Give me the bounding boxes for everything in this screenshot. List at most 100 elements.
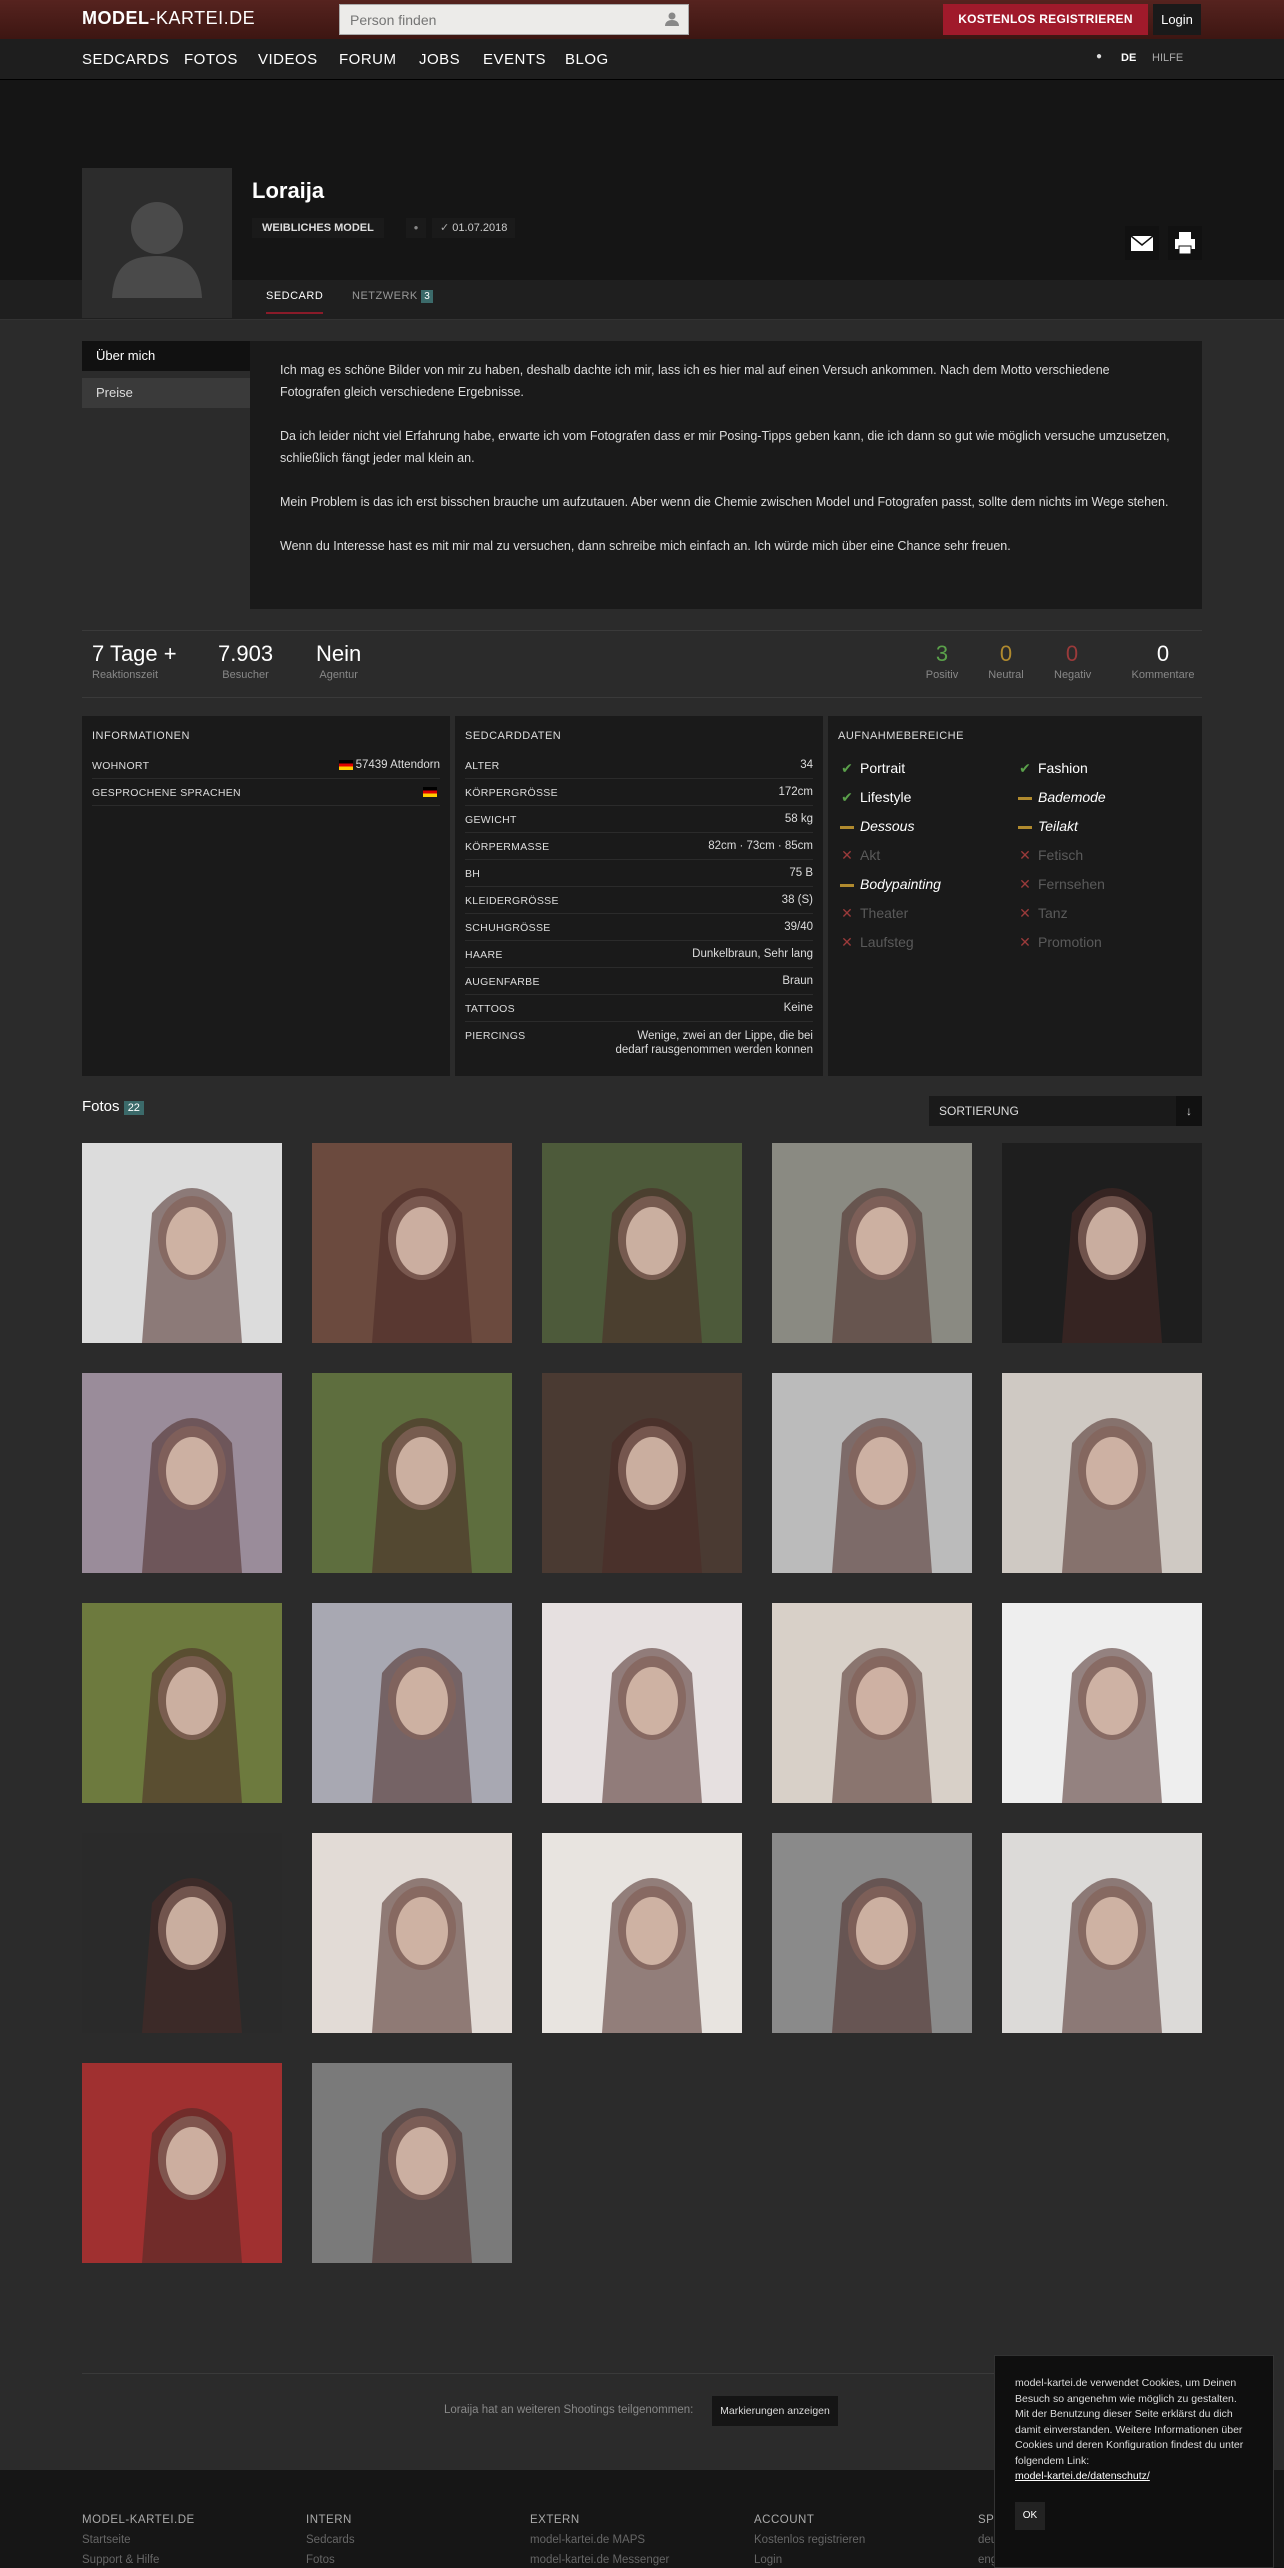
area-item: ✕ Fernsehen (1018, 876, 1105, 893)
search-input[interactable] (340, 5, 640, 34)
photo-thumbnail[interactable] (1002, 1143, 1202, 1343)
portrait-photo-image (542, 1373, 742, 1573)
tab-sedcard[interactable]: SEDCARD (266, 290, 324, 314)
shootings-text: Loraija hat an weiteren Shootings teilge… (444, 2404, 694, 2416)
photo-thumbnail[interactable] (312, 1143, 512, 1343)
network-count-badge: 3 (421, 290, 434, 303)
dash-icon (840, 825, 854, 829)
cross-icon: ✕ (1019, 876, 1031, 892)
footer-link[interactable]: Startseite (82, 2534, 195, 2546)
nav-item-videos[interactable]: VIDEOS (258, 51, 318, 68)
photo-thumbnail[interactable] (542, 1143, 742, 1343)
footer-link[interactable]: Support & Hilfe (82, 2554, 195, 2566)
photos-count-badge: 22 (123, 1101, 144, 1115)
show-markings-button[interactable]: Markierungen anzeigen (712, 2396, 838, 2426)
footer-link[interactable]: model-kartei.de MAPS (530, 2534, 669, 2546)
envelope-icon (1130, 235, 1154, 251)
footer-link[interactable]: model-kartei.de Messenger (530, 2554, 669, 2566)
area-label: Fetisch (1038, 847, 1084, 863)
sort-select[interactable]: SORTIERUNG ↓ (929, 1096, 1202, 1126)
nav-item-jobs[interactable]: JOBS (419, 51, 460, 68)
portrait-photo-image (312, 1603, 512, 1803)
stat-agency: Nein Agentur (316, 641, 362, 681)
area-label: Fashion (1038, 760, 1088, 776)
area-item: Teilakt (1018, 818, 1078, 834)
area-item: ✕ Promotion (1018, 934, 1102, 951)
stats-bar: 7 Tage + Reaktionszeit 7.903 Besucher Nein… (82, 630, 1202, 698)
cookie-ok-button[interactable]: OK (1015, 2502, 1045, 2530)
photo-thumbnail[interactable] (1002, 1603, 1202, 1803)
photo-thumbnail[interactable] (82, 1833, 282, 2033)
photo-thumbnail[interactable] (542, 1373, 742, 1573)
cookie-banner: model-kartei.de verwendet Cookies, um De… (994, 2355, 1274, 2568)
portrait-photo-image (1002, 1143, 1202, 1343)
cross-icon: ✕ (1019, 847, 1031, 863)
photo-thumbnail[interactable] (542, 1833, 742, 2033)
stat-negative[interactable]: 0 Negativ (1054, 641, 1091, 681)
message-button[interactable] (1125, 226, 1159, 260)
photo-thumbnail[interactable] (82, 2063, 282, 2263)
footer-link[interactable]: Login (754, 2554, 865, 2566)
info-row: GESPROCHENE SPRACHEN (92, 779, 440, 806)
area-label: Bodypainting (860, 876, 941, 892)
print-button[interactable] (1168, 226, 1202, 260)
nav-item-forum[interactable]: FORUM (339, 51, 397, 68)
photo-thumbnail[interactable] (772, 1373, 972, 1573)
photo-thumbnail[interactable] (772, 1833, 972, 2033)
photo-thumbnail[interactable] (542, 1603, 742, 1803)
photo-thumbnail[interactable] (312, 1833, 512, 2033)
stat-positive[interactable]: 3 Positiv (924, 641, 960, 681)
sedcard-row: HAARE Dunkelbraun, Sehr lang (465, 941, 813, 968)
check-icon: ✓ (440, 222, 453, 234)
footer-link[interactable]: Fotos (306, 2554, 355, 2566)
footer-link[interactable]: Kostenlos registrieren (754, 2534, 865, 2546)
nav-item-events[interactable]: EVENTS (483, 51, 546, 68)
photo-thumbnail[interactable] (1002, 1833, 1202, 2033)
tab-network[interactable]: NETZWERK 3 (352, 290, 434, 303)
sedcard-card: SEDCARDDATEN ALTER 34 KÖRPERGRÖSSE 172cm G… (455, 716, 823, 1076)
nav-item-fotos[interactable]: FOTOS (184, 51, 238, 68)
printer-icon (1175, 232, 1195, 255)
sedcard-row: SCHUHGRÖSSE 39/40 (465, 914, 813, 941)
stat-comments[interactable]: 0 Kommentare (1128, 641, 1198, 681)
portrait-photo-image (82, 2063, 282, 2263)
photo-thumbnail[interactable] (772, 1603, 972, 1803)
portrait-photo-image (542, 1603, 742, 1803)
photo-thumbnail[interactable] (82, 1603, 282, 1803)
areas-card: AUFNAHMEBEREICHE ✔ Portrait ✔ Fashion ✔ Lifes… (828, 716, 1202, 1076)
photo-thumbnail[interactable] (312, 2063, 512, 2263)
register-button[interactable]: KOSTENLOS REGISTRIEREN (943, 4, 1148, 35)
sedcard-row: PIERCINGS Wenige, zwei an der Lippe, die … (465, 1030, 813, 1056)
photo-thumbnail[interactable] (82, 1143, 282, 1343)
login-button[interactable]: Login (1153, 4, 1201, 35)
portrait-photo-image (1002, 1833, 1202, 2033)
nav-item-sedcards[interactable]: SEDCARDS (82, 51, 169, 68)
search-box (339, 4, 689, 35)
portrait-photo-image (312, 1833, 512, 2033)
footer-link[interactable]: Sedcards (306, 2534, 355, 2546)
site-logo[interactable]: MODEL-KARTEI.DE (82, 8, 255, 29)
cookie-text: model-kartei.de verwendet Cookies, um De… (1015, 2377, 1244, 2467)
sidebar-item-about[interactable]: Über mich (82, 341, 250, 371)
privacy-link[interactable]: model-kartei.de/datenschutz/ (1015, 2470, 1150, 2482)
photo-thumbnail[interactable] (312, 1603, 512, 1803)
sedcard-title: SEDCARDDATEN (465, 730, 562, 742)
language-switch[interactable]: DE (1121, 52, 1136, 64)
status-dot-icon: ● (1096, 51, 1103, 62)
nav-item-blog[interactable]: BLOG (565, 51, 609, 68)
photo-thumbnail[interactable] (312, 1373, 512, 1573)
photo-thumbnail[interactable] (1002, 1373, 1202, 1573)
sidebar-item-prices[interactable]: Preise (82, 378, 250, 408)
area-item: Dessous (840, 818, 914, 834)
help-link[interactable]: HILFE (1152, 52, 1183, 64)
cross-icon: ✕ (841, 847, 853, 863)
member-since-badge: ✓ 01.07.2018 (432, 218, 516, 238)
photo-thumbnail[interactable] (82, 1373, 282, 1573)
photo-thumbnail[interactable] (772, 1143, 972, 1343)
stat-neutral[interactable]: 0 Neutral (988, 641, 1024, 681)
info-title: INFORMATIONEN (92, 730, 190, 742)
area-item: Bodypainting (840, 876, 941, 892)
area-item: Bademode (1018, 789, 1106, 805)
about-text: Ich mag es schöne Bilder von mir zu habe… (250, 341, 1202, 609)
sedcard-row: KÖRPERGRÖSSE 172cm (465, 779, 813, 806)
